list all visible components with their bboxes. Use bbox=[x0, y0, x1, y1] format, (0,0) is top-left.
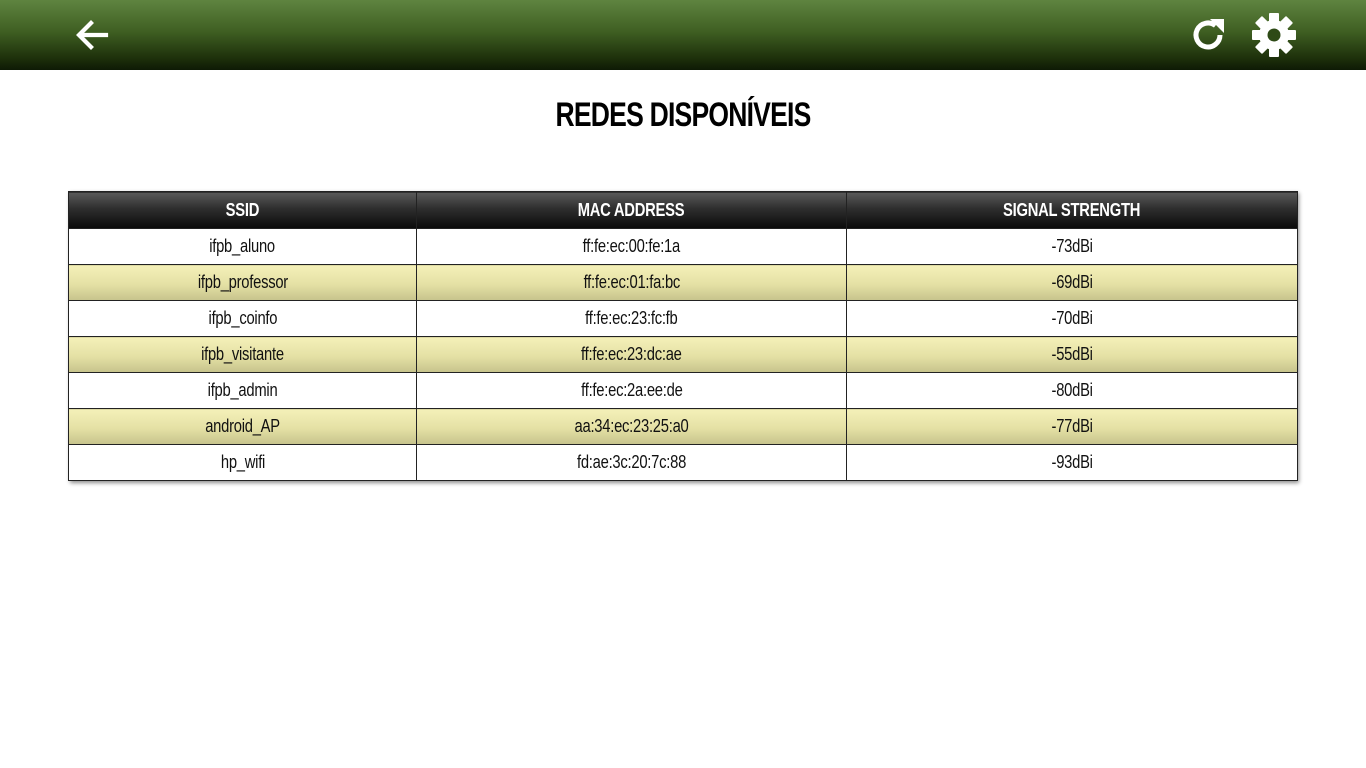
ssid-cell: android_AP bbox=[68, 408, 417, 445]
column-header-signal-strength: SIGNAL STRENGTH bbox=[846, 191, 1298, 229]
column-header-ssid: SSID bbox=[68, 191, 417, 229]
ssid-cell: hp_wifi bbox=[68, 444, 417, 481]
refresh-icon bbox=[1193, 19, 1224, 50]
signal-cell: -55dBi bbox=[846, 336, 1298, 373]
signal-cell: -80dBi bbox=[846, 372, 1298, 409]
table-row[interactable]: ifpb_coinfo ff:fe:ec:23:fc:fb -70dBi bbox=[68, 300, 1298, 337]
column-header-mac-address: MAC ADDRESS bbox=[416, 191, 847, 229]
mac-cell: ff:fe:ec:2a:ee:de bbox=[416, 372, 847, 409]
ssid-cell: ifpb_professor bbox=[68, 264, 417, 301]
ssid-cell: ifpb_coinfo bbox=[68, 300, 417, 337]
mac-cell: aa:34:ec:23:25:a0 bbox=[416, 408, 847, 445]
table-header-row: SSID MAC ADDRESS SIGNAL STRENGTH bbox=[68, 191, 1298, 229]
table-row[interactable]: ifpb_aluno ff:fe:ec:00:fe:1a -73dBi bbox=[68, 228, 1298, 265]
mac-cell: ff:fe:ec:23:fc:fb bbox=[416, 300, 847, 337]
signal-cell: -70dBi bbox=[846, 300, 1298, 337]
table-row[interactable]: ifpb_professor ff:fe:ec:01:fa:bc -69dBi bbox=[68, 264, 1298, 301]
signal-cell: -73dBi bbox=[846, 228, 1298, 265]
ssid-cell: ifpb_admin bbox=[68, 372, 417, 409]
mac-cell: ff:fe:ec:00:fe:1a bbox=[416, 228, 847, 265]
ssid-cell: ifpb_visitante bbox=[68, 336, 417, 373]
arrow-left-icon bbox=[76, 20, 109, 50]
back-button[interactable] bbox=[68, 11, 116, 59]
table-row[interactable]: ifpb_admin ff:fe:ec:2a:ee:de -80dBi bbox=[68, 372, 1298, 409]
networks-table: SSID MAC ADDRESS SIGNAL STRENGTH ifpb_al… bbox=[68, 191, 1298, 481]
page-title: REDES DISPONÍVEIS bbox=[555, 96, 812, 134]
settings-button[interactable] bbox=[1250, 11, 1298, 59]
signal-cell: -77dBi bbox=[846, 408, 1298, 445]
refresh-button[interactable] bbox=[1184, 11, 1232, 59]
signal-cell: -69dBi bbox=[846, 264, 1298, 301]
mac-cell: ff:fe:ec:23:dc:ae bbox=[416, 336, 847, 373]
signal-cell: -93dBi bbox=[846, 444, 1298, 481]
gear-icon bbox=[1252, 13, 1296, 57]
table-row[interactable]: android_AP aa:34:ec:23:25:a0 -77dBi bbox=[68, 408, 1298, 445]
mac-cell: fd:ae:3c:20:7c:88 bbox=[416, 444, 847, 481]
top-bar bbox=[0, 0, 1366, 70]
table-row[interactable]: hp_wifi fd:ae:3c:20:7c:88 -93dBi bbox=[68, 444, 1298, 481]
table-row[interactable]: ifpb_visitante ff:fe:ec:23:dc:ae -55dBi bbox=[68, 336, 1298, 373]
ssid-cell: ifpb_aluno bbox=[68, 228, 417, 265]
mac-cell: ff:fe:ec:01:fa:bc bbox=[416, 264, 847, 301]
